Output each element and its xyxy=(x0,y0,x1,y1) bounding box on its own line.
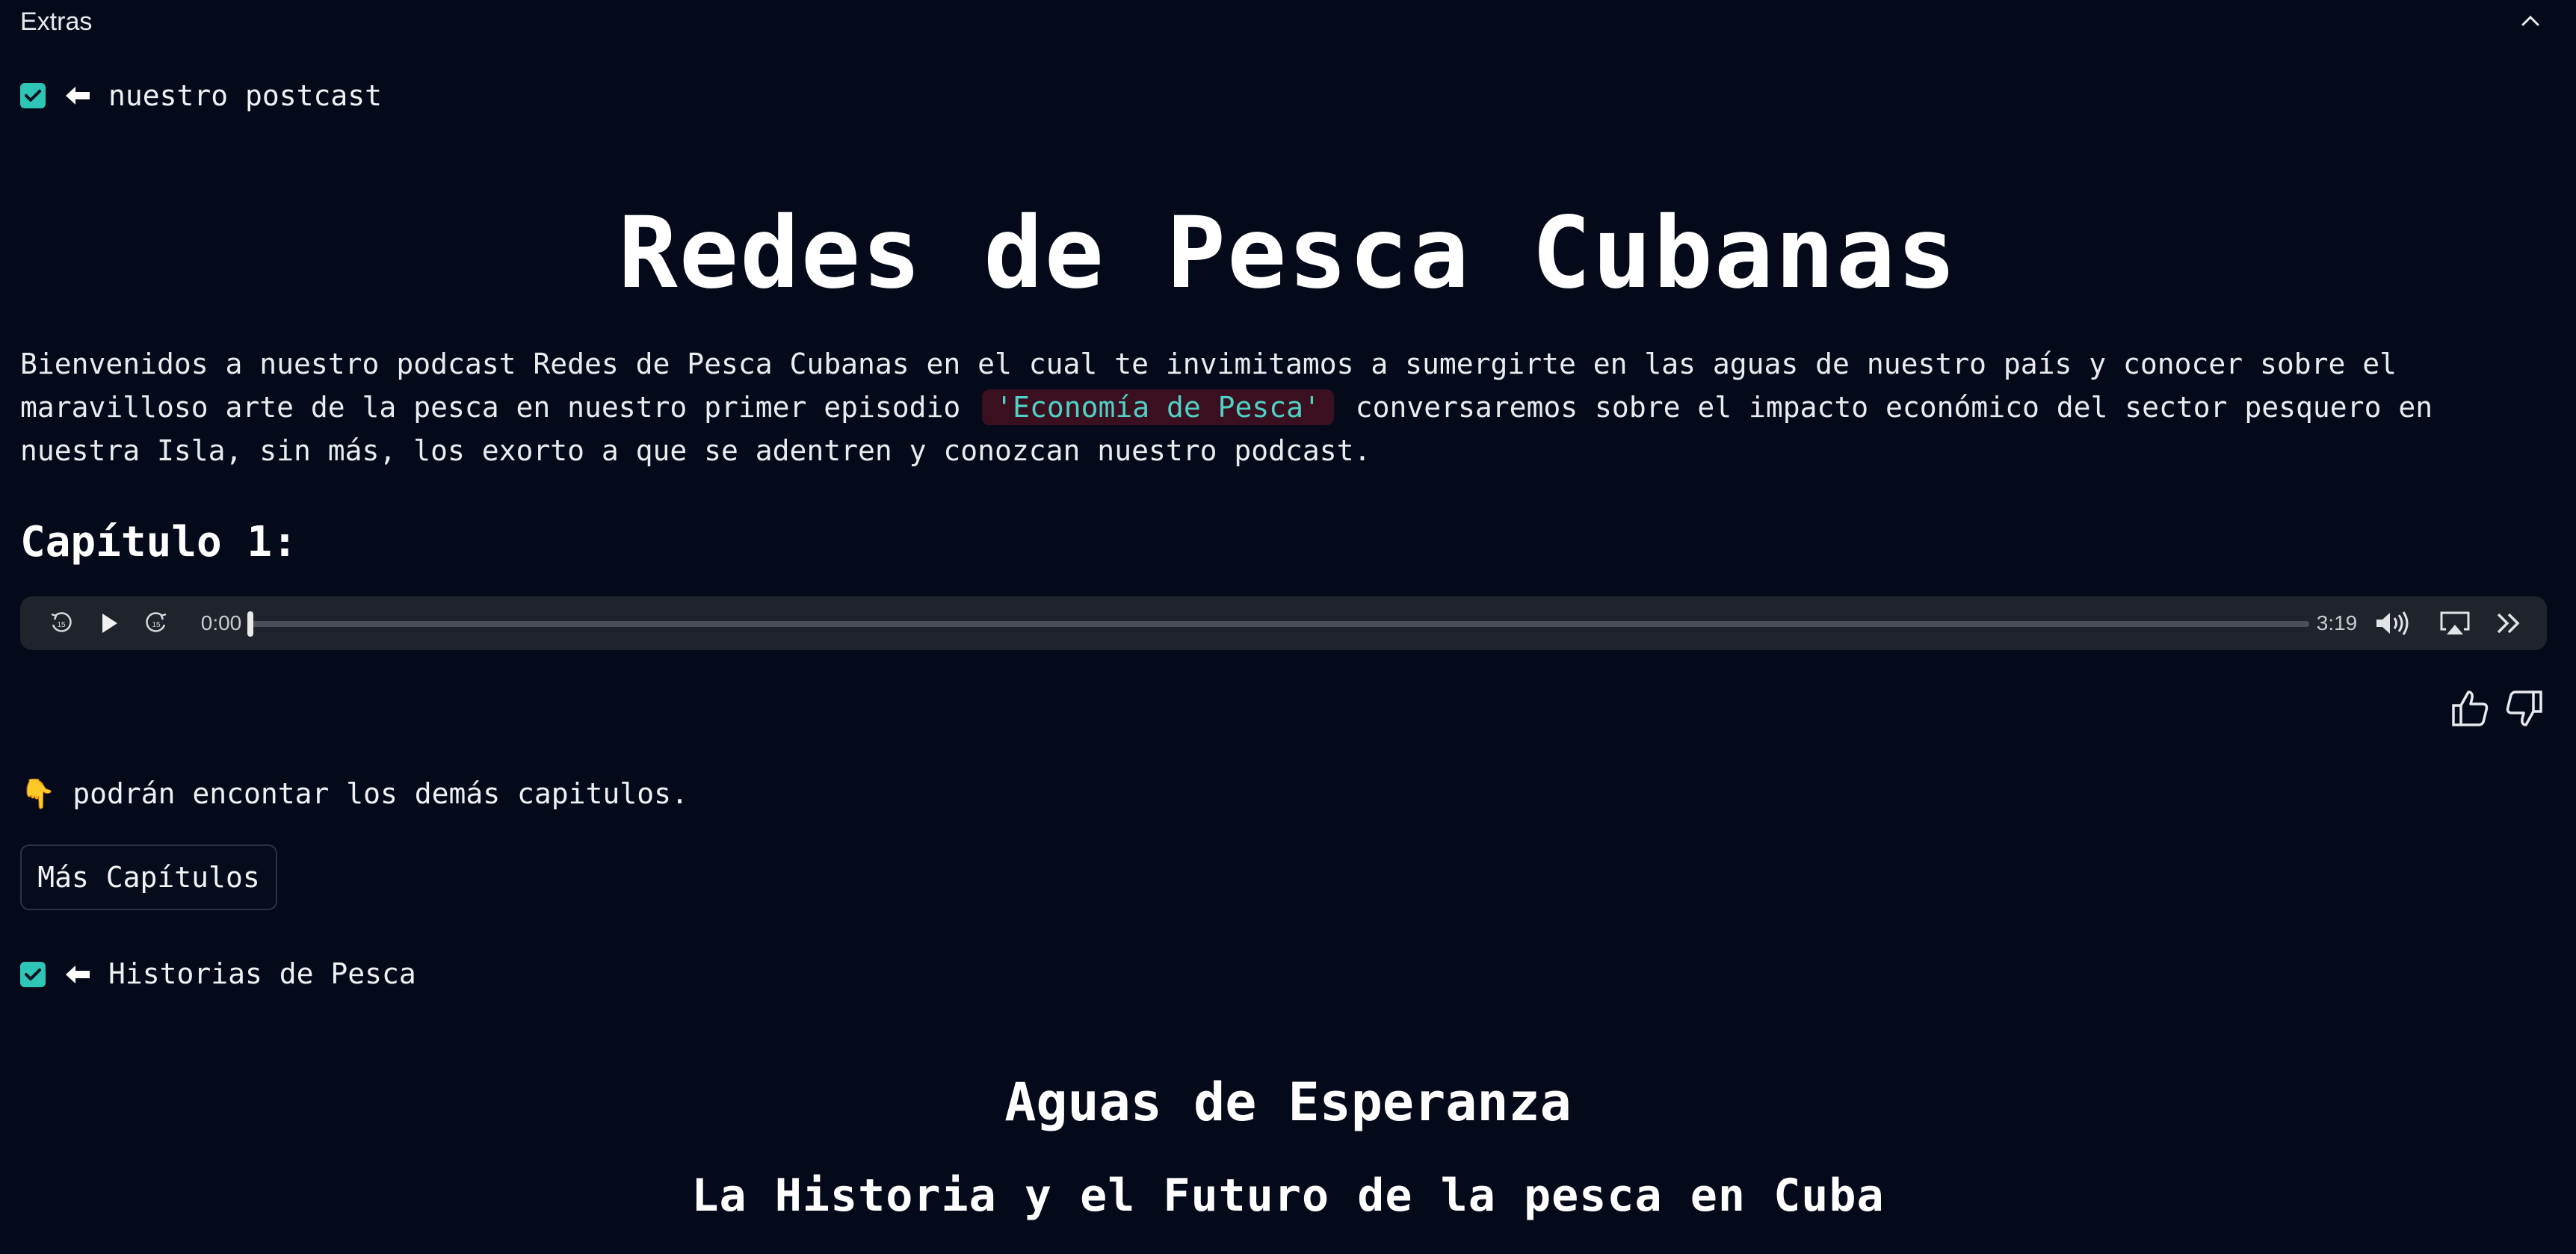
check-icon xyxy=(25,90,41,102)
podcast-toggle-label[interactable]: nuestro postcast xyxy=(108,79,382,112)
volume-icon[interactable] xyxy=(2370,596,2415,650)
chevron-up-icon[interactable] xyxy=(2515,6,2545,36)
historias-toggle-label[interactable]: Historias de Pesca xyxy=(108,957,416,990)
skip-forward-15-icon[interactable]: 15 xyxy=(138,596,175,650)
pointing-down-emoji: 👇 xyxy=(20,777,56,810)
more-chapters-button[interactable]: Más Capítulos xyxy=(20,844,277,910)
intro-paragraph: Bienvenidos a nuestro podcast Redes de P… xyxy=(20,342,2561,472)
chapter-heading: Capítulo 1: xyxy=(20,518,297,566)
thumbs-up-icon[interactable] xyxy=(2449,688,2491,729)
episode-code-chip: 'Economía de Pesca' xyxy=(982,389,1334,425)
story-subtitle: La Historia y el Futuro de la pesca en C… xyxy=(691,1170,1885,1222)
audio-player[interactable]: 15 15 0:00 3:19 xyxy=(20,596,2547,650)
check-icon xyxy=(25,969,41,980)
current-time: 0:00 xyxy=(200,611,242,634)
podcast-checkbox[interactable] xyxy=(20,83,46,108)
more-chapters-label: podrán encontar los demás capitulos. xyxy=(72,777,688,810)
duration-time: 3:19 xyxy=(2316,611,2358,634)
svg-text:15: 15 xyxy=(57,621,66,629)
play-icon[interactable] xyxy=(98,611,120,635)
story-title: Aguas de Esperanza xyxy=(1004,1072,1572,1133)
page-title: Redes de Pesca Cubanas xyxy=(618,196,1958,311)
skip-back-15-icon[interactable]: 15 xyxy=(43,596,80,650)
extras-expander-title[interactable]: Extras xyxy=(20,7,92,37)
arrow-left-icon xyxy=(66,87,90,105)
progress-track[interactable] xyxy=(252,621,2309,627)
more-chapters-text: 👇 podrán encontar los demás capitulos. xyxy=(20,777,688,811)
play-button[interactable] xyxy=(90,596,128,650)
more-chevrons-icon[interactable] xyxy=(2486,596,2531,650)
historias-checkbox[interactable] xyxy=(20,962,46,987)
progress-thumb[interactable] xyxy=(247,611,253,637)
thumbs-down-icon[interactable] xyxy=(2504,688,2545,729)
arrow-left-icon xyxy=(66,966,90,983)
airplay-icon[interactable] xyxy=(2433,596,2477,650)
svg-text:15: 15 xyxy=(152,621,161,629)
